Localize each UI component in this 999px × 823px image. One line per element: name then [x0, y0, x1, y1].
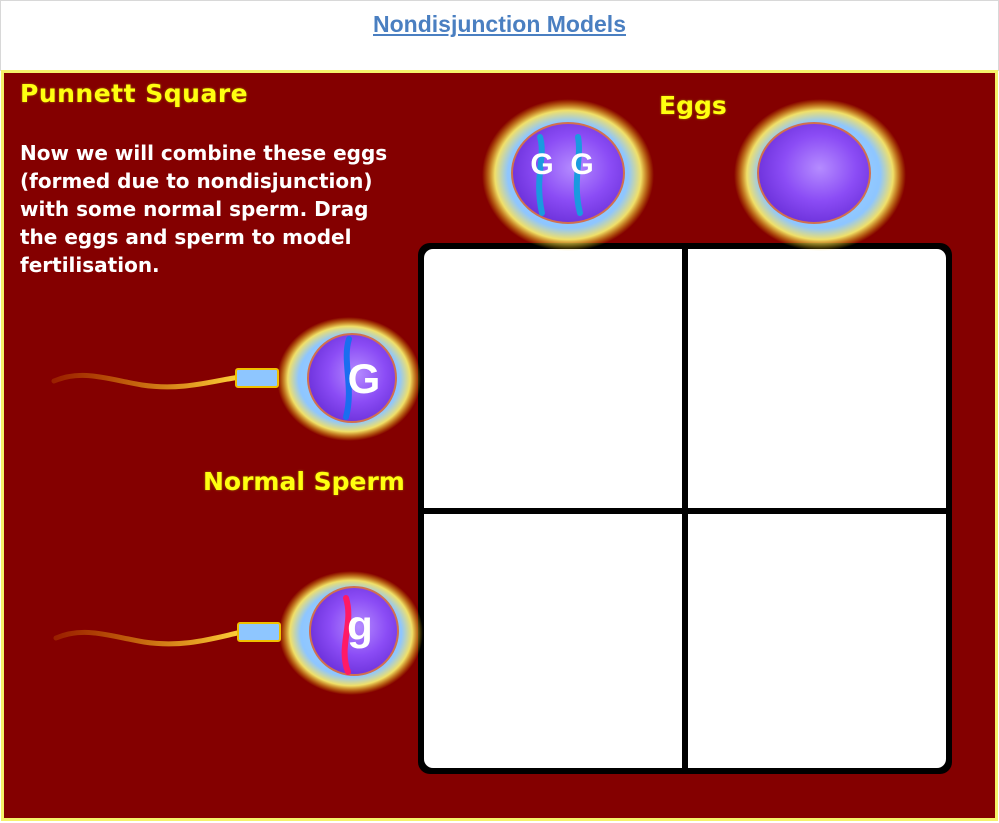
- sperm-recessive[interactable]: g: [53, 568, 424, 698]
- allele-label: G: [348, 355, 381, 402]
- punnett-cell-r1c2[interactable]: [688, 249, 946, 508]
- sperm-label: Normal Sperm: [203, 467, 405, 496]
- egg-nondisjunction[interactable]: G G: [478, 97, 658, 257]
- instructions-text: Now we will combine these eggs (formed d…: [20, 141, 388, 277]
- punnett-cell-r2c1[interactable]: [424, 514, 682, 768]
- punnett-cell-r2c2[interactable]: [688, 514, 946, 768]
- sperm-dominant[interactable]: G: [51, 311, 422, 441]
- activity-stage: Punnett Square Now we will combine these…: [1, 70, 998, 821]
- title-bar: Nondisjunction Models: [0, 0, 999, 71]
- punnett-square: [418, 243, 952, 774]
- punnett-cell-r1c1[interactable]: [424, 249, 682, 508]
- activity-heading: Punnett Square: [20, 79, 249, 108]
- allele-label: G: [530, 148, 553, 181]
- allele-label: G: [570, 148, 593, 181]
- eggs-label: Eggs: [659, 91, 727, 120]
- allele-label: g: [347, 602, 373, 649]
- page-title-link[interactable]: Nondisjunction Models: [1, 11, 998, 38]
- egg-empty[interactable]: [730, 97, 910, 257]
